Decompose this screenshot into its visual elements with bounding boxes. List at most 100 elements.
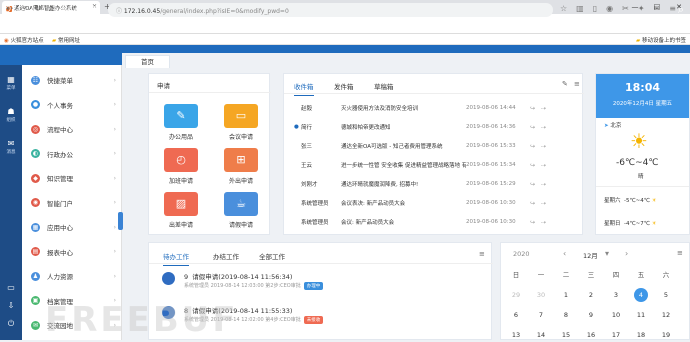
month-dropdown-icon[interactable]: ▾ — [605, 249, 609, 258]
rail-download[interactable]: ⇩ — [0, 301, 22, 311]
info-icon: ⓘ — [116, 8, 124, 15]
calendar-day[interactable]: 4 — [634, 288, 648, 302]
calendar-day[interactable]: 11 — [634, 308, 648, 322]
calendar-card: 2020 ‹ 12月 ▾ › ≡ 日一二三四五六 29 30 1 2 3 4 5 6 7 8 9 10 1… — [500, 242, 690, 340]
calendar-day[interactable]: 7 — [534, 308, 548, 322]
extension-icon[interactable]: ✦ — [638, 4, 645, 13]
mail-row[interactable]: 系统管理员 会议: 新产品动员大会 2019-08-06 10:30 ↪ ⇢ — [294, 215, 554, 229]
mail-row[interactable]: 刘刚才 通达环睛就魔魔润降费, 招募中! 2019-08-06 15:29 ↪ ⇢ — [294, 177, 554, 191]
weather-date: 2020年12月4日 星期五 — [612, 101, 673, 107]
forecast-day-1: 星期六 -5℃~4℃ ☀ — [604, 198, 657, 204]
account-icon[interactable]: ◉ — [606, 4, 613, 13]
chevron-right-icon: › — [113, 125, 116, 133]
rail-message[interactable]: ✉ 消息 — [0, 139, 22, 155]
next-month-icon[interactable]: › — [625, 249, 628, 258]
calendar-day[interactable]: 9 — [584, 308, 598, 322]
calendar-day[interactable]: 10 — [609, 308, 623, 322]
tab-done[interactable]: 办结工作 — [213, 251, 239, 261]
mail-row[interactable]: 王云 进一步统一性管 安全收集 促进精益管理战略落地 有机统一2019-08-06… — [294, 158, 554, 172]
edit-icon[interactable]: ✎ — [562, 80, 568, 88]
calendar-day[interactable]: 8 — [559, 308, 573, 322]
menu-item[interactable]: ◉ 智能门户 › — [22, 192, 122, 214]
reply-icon[interactable]: ↪ — [530, 105, 535, 112]
reply-icon[interactable]: ↪ — [530, 143, 535, 150]
url-input[interactable]: ⓘ 172.16.0.45/general/index.php?isIE=0&m… — [108, 3, 553, 17]
prev-month-icon[interactable]: ‹ — [563, 249, 566, 258]
calendar-day[interactable]: 12 — [659, 308, 673, 322]
reply-icon[interactable]: ↪ — [530, 162, 535, 169]
mail-row[interactable]: 赵毅 灭火器使用方法及消防安全培训 2019-08-06 14:44 ↪ ⇢ — [294, 101, 554, 115]
app-shortcut[interactable]: ◴ 加班申请 — [161, 148, 201, 185]
rail-power[interactable]: ⏻ — [0, 319, 22, 330]
bookmark-star-icon[interactable]: ☆ — [560, 4, 567, 13]
menu-icon[interactable]: ≡ — [669, 4, 676, 13]
mail-row[interactable]: 系统管理员 会议表决: 新产品动员大会 2019-08-06 10:30 ↪ ⇢ — [294, 196, 554, 210]
bookmark-mobile[interactable]: ▰ 移动设备上的书签 — [636, 36, 686, 44]
calendar-day[interactable]: 29 — [509, 288, 523, 302]
menu-item[interactable]: ◎ 流程中心 › — [22, 118, 122, 140]
calendar-day[interactable]: 5 — [659, 288, 673, 302]
screenshot-icon[interactable]: ✂ — [622, 4, 629, 13]
calendar-day[interactable]: 30 — [534, 288, 548, 302]
chevron-right-icon: › — [113, 248, 116, 255]
reply-icon[interactable]: ↪ — [530, 219, 535, 226]
tab-drafts[interactable]: 草稿箱 — [374, 81, 394, 91]
rail-monitor[interactable]: ▭ — [0, 283, 22, 293]
reply-icon[interactable]: ↪ — [530, 200, 535, 207]
rail-menu[interactable]: ▦ 菜单 — [0, 75, 22, 91]
forward-icon[interactable]: ⇢ — [541, 143, 546, 150]
menu-item[interactable]: ◐ 行政办公 › — [22, 143, 122, 165]
menu-item-label: 智能门户 — [47, 199, 73, 208]
weekday-label: 日 — [512, 271, 520, 279]
forward-icon[interactable]: ⇢ — [541, 181, 546, 188]
reply-icon[interactable]: ↪ — [530, 124, 535, 131]
more-icon[interactable]: ≡ — [677, 249, 683, 257]
menu-item-label: 快捷菜单 — [47, 77, 73, 85]
reply-icon[interactable]: ↪ — [530, 181, 535, 188]
calendar-day[interactable]: 1 — [559, 288, 573, 302]
menu-item[interactable]: ☷ 快捷菜单 › — [22, 69, 122, 91]
menu-item[interactable]: ▤ 报表中心 › — [22, 241, 122, 263]
forward-icon[interactable]: ⇢ — [541, 124, 546, 131]
app-shortcut-label: 出差申请 — [168, 222, 193, 229]
more-icon[interactable]: ≡ — [574, 80, 580, 88]
search-icon[interactable]: ⌕ — [678, 3, 684, 17]
menu-item-label: 报表中心 — [47, 248, 73, 257]
forward-icon[interactable]: ⇢ — [541, 200, 546, 207]
forward-icon[interactable]: ⇢ — [541, 219, 546, 226]
avatar — [162, 272, 175, 285]
bookmark-firefox[interactable]: ◉ 火狐官方站点 — [4, 36, 44, 44]
bookmark-common[interactable]: ▰ 常用网址 — [52, 36, 80, 44]
tab-all[interactable]: 全部工作 — [259, 251, 285, 261]
app-shortcut[interactable]: ☕ 请假申请 — [221, 192, 261, 229]
calendar-day[interactable]: 6 — [509, 308, 523, 322]
menu-item-icon: ▣ — [31, 296, 40, 305]
menu-item[interactable]: ♟ 人力资源 › — [22, 265, 122, 287]
mail-row[interactable]: 张三 通达全新OA可选版 - 知己者费用管理系统 2019-08-06 15:33 ↪… — [294, 139, 554, 153]
app-shortcut[interactable]: ▭ 会议申请 — [221, 104, 261, 141]
app-shortcut[interactable]: ⊞ 外出申请 — [221, 148, 261, 185]
menu-item[interactable]: ◆ 知识管理 › — [22, 167, 122, 189]
forward-icon[interactable]: ⇢ — [541, 105, 546, 112]
menu-item[interactable]: ● 个人事务 › — [22, 94, 122, 116]
sidebar-icon[interactable]: ▯ — [593, 4, 597, 13]
app-shortcut[interactable]: ▨ 出差申请 — [161, 192, 201, 229]
library-icon[interactable]: ▥ — [576, 4, 584, 13]
weather-card: 18:04 2020年12月4日 星期五 ➤ 北京 ☀ -6℃~4℃ 晴 星期六… — [595, 73, 690, 235]
menu-item[interactable]: ▦ 应用中心 › — [22, 216, 122, 238]
collapse-menu-handle[interactable] — [118, 212, 123, 230]
chat-icon[interactable]: ✉ — [654, 4, 661, 13]
bookmarks-bar: ◉ 火狐官方站点 ▰ 常用网址 ▰ 移动设备上的书签 — [0, 34, 690, 45]
rail-org[interactable]: ☗ 组织 — [0, 107, 22, 123]
mail-sender: 张三 — [301, 144, 313, 150]
calendar-month: 12月 — [583, 252, 598, 260]
calendar-day[interactable]: 2 — [584, 288, 598, 302]
tab-home[interactable]: 首页 — [125, 55, 170, 68]
app-shortcut[interactable]: ✎ 办公用品 — [161, 104, 201, 141]
more-icon[interactable]: ≡ — [479, 250, 485, 258]
forward-icon[interactable]: ⇢ — [541, 162, 546, 169]
calendar-day[interactable]: 3 — [609, 288, 623, 302]
work-item[interactable]: 9 请假申请(2019-08-14 11:56:34) 系统管理员 2019-08… — [162, 269, 482, 301]
tab-outbox[interactable]: 发件箱 — [334, 81, 354, 91]
mail-row[interactable]: ● 简行 德城和帕帝更改通知 2019-08-06 14:36 ↪ ⇢ — [294, 120, 554, 134]
